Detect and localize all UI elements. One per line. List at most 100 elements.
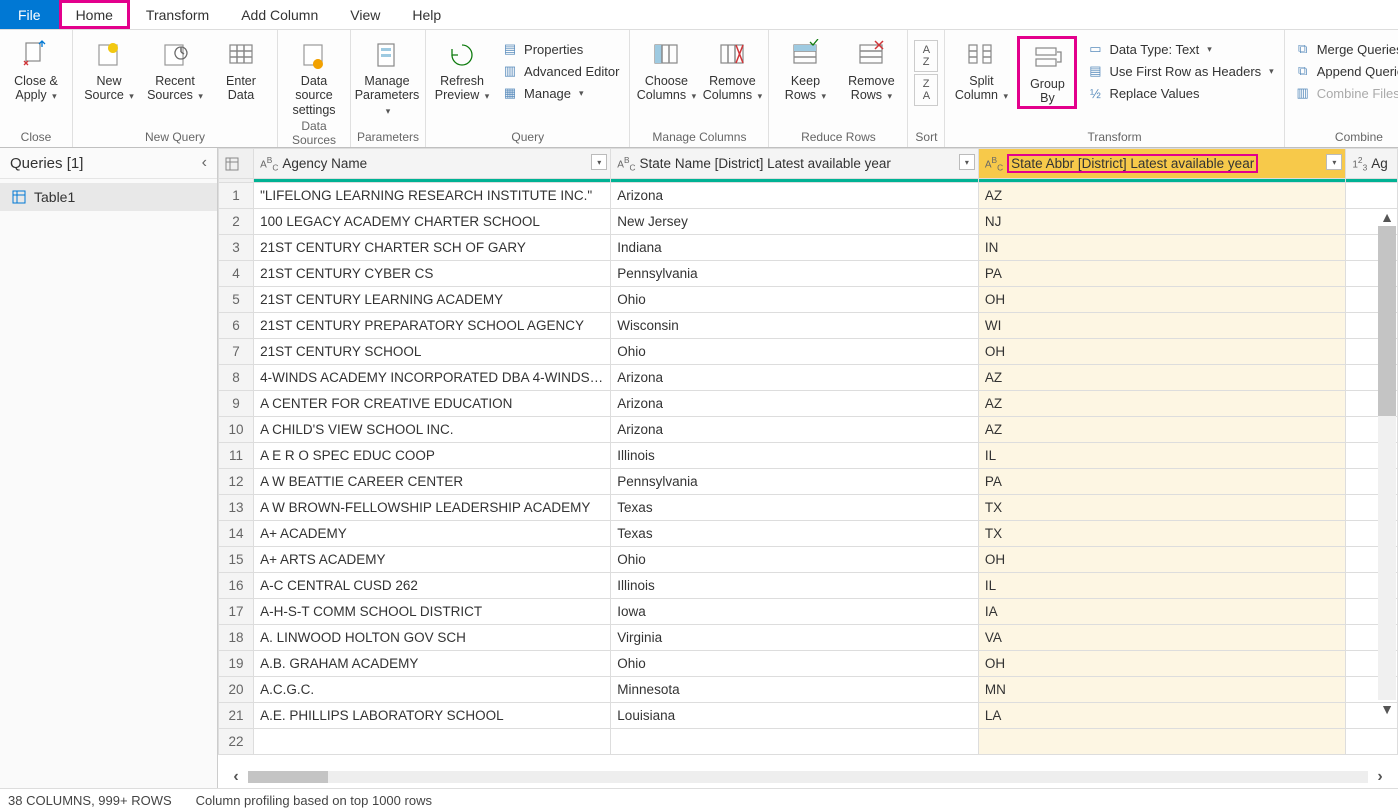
manage-button[interactable]: ▦Manage — [498, 84, 623, 102]
cell[interactable]: Texas — [611, 495, 979, 521]
cell[interactable]: IL — [978, 443, 1346, 469]
row-number[interactable]: 16 — [219, 573, 254, 599]
cell[interactable]: IL — [978, 573, 1346, 599]
close-apply-button[interactable]: Close &Apply — [6, 36, 66, 103]
row-number[interactable]: 15 — [219, 547, 254, 573]
table-row[interactable]: 521ST CENTURY LEARNING ACADEMYOhioOH — [219, 287, 1398, 313]
row-number[interactable]: 21 — [219, 703, 254, 729]
row-number[interactable]: 4 — [219, 261, 254, 287]
cell[interactable]: A W BROWN-FELLOWSHIP LEADERSHIP ACADEMY — [254, 495, 611, 521]
menu-add-column[interactable]: Add Column — [225, 0, 334, 29]
cell[interactable]: A.E. PHILLIPS LABORATORY SCHOOL — [254, 703, 611, 729]
column-header[interactable]: ▾ABCState Abbr [District] Latest availab… — [978, 149, 1346, 179]
table-row[interactable]: 2100 LEGACY ACADEMY CHARTER SCHOOLNew Je… — [219, 209, 1398, 235]
select-all-corner[interactable] — [219, 149, 254, 179]
table-row[interactable]: 21A.E. PHILLIPS LABORATORY SCHOOLLouisia… — [219, 703, 1398, 729]
table-row[interactable]: 421ST CENTURY CYBER CSPennsylvaniaPA — [219, 261, 1398, 287]
sort-asc-button[interactable]: AZ — [914, 40, 938, 72]
table-row[interactable]: 15A+ ARTS ACADEMYOhioOH — [219, 547, 1398, 573]
recent-sources-button[interactable]: RecentSources — [145, 36, 205, 103]
cell[interactable]: A CENTER FOR CREATIVE EDUCATION — [254, 391, 611, 417]
cell[interactable]: 21ST CENTURY CHARTER SCH OF GARY — [254, 235, 611, 261]
cell[interactable]: 21ST CENTURY SCHOOL — [254, 339, 611, 365]
row-number[interactable]: 3 — [219, 235, 254, 261]
first-row-headers-button[interactable]: ▤Use First Row as Headers — [1083, 62, 1277, 80]
scroll-thumb[interactable] — [1378, 226, 1396, 416]
table-row[interactable]: 16A-C CENTRAL CUSD 262IllinoisIL — [219, 573, 1398, 599]
cell[interactable]: A-H-S-T COMM SCHOOL DISTRICT — [254, 599, 611, 625]
row-number[interactable]: 18 — [219, 625, 254, 651]
choose-columns-button[interactable]: ChooseColumns — [636, 36, 696, 103]
group-by-button[interactable]: GroupBy — [1017, 36, 1077, 109]
table-row[interactable]: 19A.B. GRAHAM ACADEMYOhioOH — [219, 651, 1398, 677]
menu-help[interactable]: Help — [396, 0, 457, 29]
cell[interactable]: IN — [978, 235, 1346, 261]
hscroll-thumb[interactable] — [248, 771, 328, 783]
cell[interactable]: Texas — [611, 521, 979, 547]
cell[interactable]: Ohio — [611, 287, 979, 313]
cell[interactable]: 21ST CENTURY CYBER CS — [254, 261, 611, 287]
remove-rows-button[interactable]: RemoveRows — [841, 36, 901, 103]
row-number[interactable]: 19 — [219, 651, 254, 677]
cell[interactable]: Minnesota — [611, 677, 979, 703]
table-row[interactable]: 13A W BROWN-FELLOWSHIP LEADERSHIP ACADEM… — [219, 495, 1398, 521]
cell[interactable]: OH — [978, 339, 1346, 365]
cell[interactable]: TX — [978, 495, 1346, 521]
cell[interactable]: Indiana — [611, 235, 979, 261]
table-row[interactable]: 621ST CENTURY PREPARATORY SCHOOL AGENCY W… — [219, 313, 1398, 339]
cell[interactable]: Illinois — [611, 443, 979, 469]
enter-data-button[interactable]: EnterData — [211, 36, 271, 103]
cell[interactable]: AZ — [978, 183, 1346, 209]
table-row[interactable]: 9A CENTER FOR CREATIVE EDUCATIONArizonaA… — [219, 391, 1398, 417]
horizontal-scrollbar[interactable]: ‹ › — [218, 766, 1398, 788]
row-number[interactable]: 1 — [219, 183, 254, 209]
cell[interactable]: 100 LEGACY ACADEMY CHARTER SCHOOL — [254, 209, 611, 235]
merge-queries-button[interactable]: ⧉Merge Queries — [1291, 40, 1398, 58]
cell[interactable]: WI — [978, 313, 1346, 339]
row-number[interactable]: 5 — [219, 287, 254, 313]
table-row[interactable]: 14A+ ACADEMYTexasTX — [219, 521, 1398, 547]
cell[interactable]: Arizona — [611, 365, 979, 391]
column-header[interactable]: ▾ABCAgency Name — [254, 149, 611, 179]
menu-file[interactable]: File — [0, 0, 59, 29]
menu-home[interactable]: Home — [59, 0, 130, 29]
collapse-sidebar-icon[interactable]: ‹ — [202, 154, 207, 172]
scroll-left-icon[interactable]: ‹ — [228, 768, 244, 786]
cell[interactable]: OH — [978, 287, 1346, 313]
cell[interactable]: Iowa — [611, 599, 979, 625]
cell[interactable]: Ohio — [611, 339, 979, 365]
row-number[interactable]: 6 — [219, 313, 254, 339]
cell[interactable]: AZ — [978, 391, 1346, 417]
cell[interactable]: New Jersey — [611, 209, 979, 235]
row-number[interactable]: 2 — [219, 209, 254, 235]
table-row[interactable]: 20A.C.G.C.MinnesotaMN — [219, 677, 1398, 703]
table-row[interactable]: 721ST CENTURY SCHOOLOhioOH — [219, 339, 1398, 365]
cell[interactable]: A.B. GRAHAM ACADEMY — [254, 651, 611, 677]
table-row[interactable]: 1"LIFELONG LEARNING RESEARCH INSTITUTE I… — [219, 183, 1398, 209]
table-row[interactable]: 22 — [219, 729, 1398, 755]
row-number[interactable]: 13 — [219, 495, 254, 521]
cell[interactable]: 21ST CENTURY LEARNING ACADEMY — [254, 287, 611, 313]
cell[interactable]: PA — [978, 469, 1346, 495]
row-number[interactable]: 9 — [219, 391, 254, 417]
refresh-preview-button[interactable]: RefreshPreview — [432, 36, 492, 103]
cell[interactable]: A E R O SPEC EDUC COOP — [254, 443, 611, 469]
manage-parameters-button[interactable]: ManageParameters — [357, 36, 417, 117]
cell[interactable]: Arizona — [611, 183, 979, 209]
remove-columns-button[interactable]: RemoveColumns — [702, 36, 762, 103]
row-number[interactable]: 14 — [219, 521, 254, 547]
data-type-button[interactable]: ▭Data Type: Text — [1083, 40, 1277, 58]
properties-button[interactable]: ▤Properties — [498, 40, 623, 58]
cell[interactable] — [1346, 729, 1398, 755]
cell[interactable]: IA — [978, 599, 1346, 625]
append-queries-button[interactable]: ⧉Append Queries — [1291, 62, 1398, 80]
cell[interactable]: 21ST CENTURY PREPARATORY SCHOOL AGENCY — [254, 313, 611, 339]
cell[interactable] — [611, 729, 979, 755]
cell[interactable]: A. LINWOOD HOLTON GOV SCH — [254, 625, 611, 651]
cell[interactable]: Louisiana — [611, 703, 979, 729]
cell[interactable] — [254, 729, 611, 755]
table-row[interactable]: 17A-H-S-T COMM SCHOOL DISTRICTIowaIA — [219, 599, 1398, 625]
cell[interactable]: Pennsylvania — [611, 261, 979, 287]
keep-rows-button[interactable]: KeepRows — [775, 36, 835, 103]
vertical-scrollbar[interactable]: ▲ ▼ — [1378, 208, 1396, 718]
